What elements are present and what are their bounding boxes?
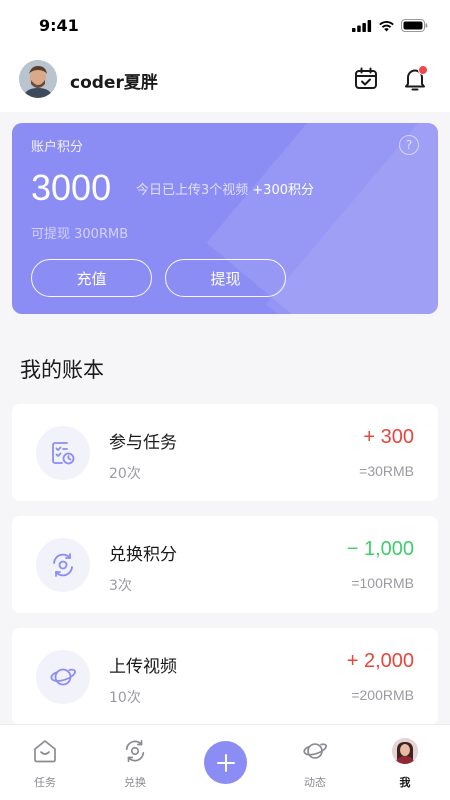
tab-me[interactable]: 我 [360,725,450,800]
avatar[interactable] [19,60,57,98]
item-title: 兑换积分 [109,545,177,565]
tab-label: 兑换 [124,776,146,789]
battery-icon [401,19,428,32]
tab-feed[interactable]: 动态 [270,725,360,800]
points-label: 账户积分 [31,140,84,155]
tab-label: 任务 [34,776,56,789]
notification-badge [418,65,428,75]
ledger-item-exchange[interactable]: 兑换积分 3次 − 1,000 =100RMB [12,516,438,613]
item-amount: + 2,000 [346,650,414,672]
section-title: 我的账本 [20,358,104,382]
tab-avatar-image [392,738,418,764]
username: coder夏胖 [70,73,158,93]
item-icon-container [36,426,90,480]
tab-task[interactable]: 任务 [0,725,90,800]
item-title: 参与任务 [109,433,177,453]
status-icons [352,19,428,32]
tab-exchange[interactable]: 兑换 [90,725,180,800]
item-rmb: =200RMB [351,687,414,703]
avatar-image [19,60,57,98]
today-upload-text: 今日已上传3个视频 [136,183,249,198]
exchange-icon [125,739,145,763]
exchange-icon [53,553,73,577]
calendar-icon [355,67,377,89]
ledger-item-task[interactable]: 参与任务 20次 + 300 =30RMB [12,404,438,501]
item-amount: − 1,000 [346,538,414,560]
tab-icon-container [302,738,328,764]
cellular-signal-icon [352,19,372,32]
header: coder夏胖 [0,50,450,112]
home-task-icon [34,740,56,763]
recharge-button[interactable]: 充值 [31,259,152,297]
today-bonus: +300积分 [252,183,314,198]
wifi-icon [379,20,394,31]
item-icon-container [36,538,90,592]
plus-icon [216,753,235,772]
withdrawable-amount: 可提现 300RMB [31,227,129,242]
item-count: 20次 [109,466,141,482]
tab-bar: 任务 兑换 动态 我 [0,724,450,800]
item-icon-container [36,650,90,704]
item-amount: + 300 [363,426,414,448]
status-bar: 9:41 [0,0,450,50]
points-card: 账户积分 ? 3000 今日已上传3个视频 +300积分 可提现 300RMB 充… [12,123,438,314]
task-list-icon [52,442,75,465]
screen: 9:41 coder夏胖 账户积分 ? 3000 今日已上传3个视频 +300积… [0,0,450,800]
tab-icon-container [32,738,58,764]
notification-button[interactable] [400,64,430,94]
status-time: 9:41 [39,16,79,35]
ledger-item-upload[interactable]: 上传视频 10次 + 2,000 =200RMB [12,628,438,725]
tab-label: 动态 [304,776,326,789]
tab-label: 我 [399,776,411,789]
today-upload-info: 今日已上传3个视频 +300积分 [136,179,314,198]
avatar [392,738,418,764]
add-button[interactable] [204,741,247,784]
item-rmb: =100RMB [351,575,414,591]
points-value: 3000 [31,167,112,208]
item-rmb: =30RMB [359,463,414,479]
calendar-button[interactable] [351,64,381,94]
help-icon[interactable]: ? [399,135,419,155]
withdraw-button[interactable]: 提现 [165,259,286,297]
tab-icon-container [122,738,148,764]
item-title: 上传视频 [109,657,177,677]
planet-icon [50,668,76,686]
item-count: 3次 [109,578,132,594]
planet-icon [303,743,328,759]
item-count: 10次 [109,690,141,706]
